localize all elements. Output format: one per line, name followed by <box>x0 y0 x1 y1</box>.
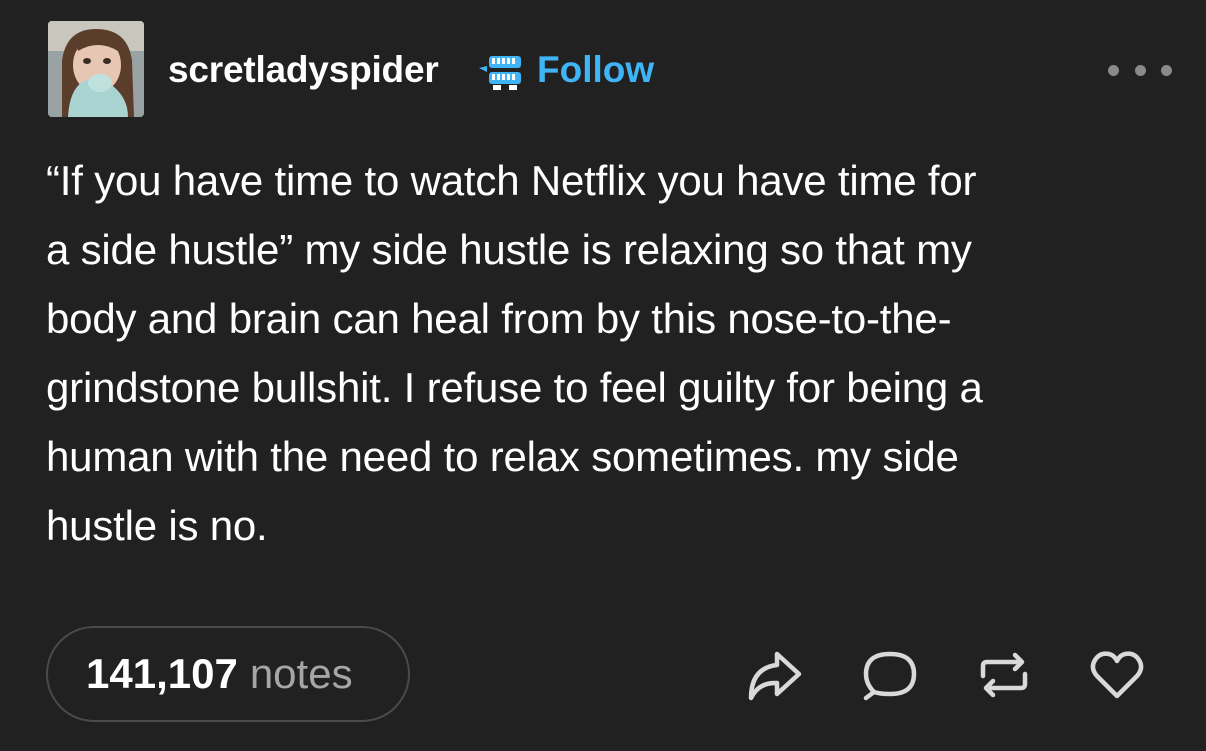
more-dot <box>1134 64 1146 76</box>
post-text-line: grindstone bullshit. I refuse to feel gu… <box>46 364 983 411</box>
post-text-line: human with the need to relax sometimes. … <box>46 433 959 480</box>
username[interactable]: scretladyspider <box>168 47 439 93</box>
chattering-teeth-badge-icon <box>477 52 527 92</box>
notes-label: notes <box>249 650 353 697</box>
more-dot <box>1108 64 1119 76</box>
tumblr-post: scretladyspider Follow “If you have time… <box>0 0 1206 751</box>
notes-button[interactable]: 141,107 notes <box>46 626 410 722</box>
more-dot <box>1161 64 1172 76</box>
follow-button[interactable]: Follow <box>537 47 654 93</box>
post-text-line: body and brain can heal from by this nos… <box>46 295 952 342</box>
notes-count: 141,107 <box>86 650 238 697</box>
reply-icon[interactable] <box>860 646 918 704</box>
post-body: “If you have time to watch Netflix you h… <box>46 146 1166 560</box>
post-text-line: hustle is no. <box>46 502 268 549</box>
post-text-line: “If you have time to watch Netflix you h… <box>46 157 977 204</box>
heart-icon[interactable] <box>1088 646 1146 704</box>
post-text-line: a side hustle” my side hustle is relaxin… <box>46 226 972 273</box>
more-options-icon[interactable] <box>1108 56 1172 84</box>
user-avatar[interactable] <box>48 21 144 117</box>
reblog-icon[interactable] <box>975 646 1033 704</box>
share-icon[interactable] <box>745 646 803 704</box>
avatar-image <box>48 21 144 117</box>
